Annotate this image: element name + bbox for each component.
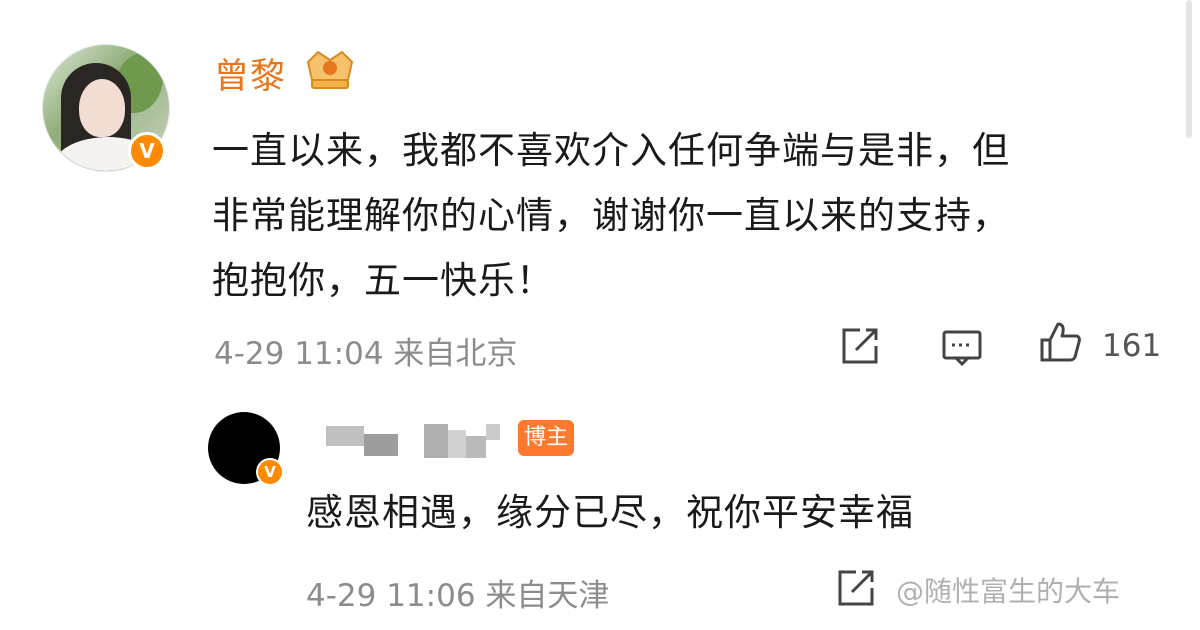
reply-content: 感恩相遇，缘分已尽，祝你平安幸福 <box>306 491 914 534</box>
like-icon[interactable] <box>1038 320 1082 364</box>
comment-meta: 4-29 11:04 来自北京 <box>214 328 517 373</box>
like-count: 161 <box>1102 328 1162 364</box>
share-icon[interactable] <box>838 324 882 368</box>
blur-block <box>466 436 486 458</box>
scrollbar[interactable] <box>1186 0 1192 138</box>
content-line: 一直以来，我都不喜欢介入任何争端与是非，但 <box>212 129 1010 172</box>
reply-location: 来自天津 <box>485 578 610 614</box>
blur-block <box>326 426 364 446</box>
comment-content: 一直以来，我都不喜欢介入任何争端与是非，但 非常能理解你的心情，谢谢你一直以来的… <box>212 118 1172 313</box>
username[interactable]: 曾黎 <box>214 48 286 99</box>
blur-block <box>448 430 466 458</box>
content-line: 非常能理解你的心情，谢谢你一直以来的支持， <box>212 194 1010 237</box>
blur-block <box>364 434 398 456</box>
reply-meta: 4-29 11:06 来自天津 <box>306 570 609 615</box>
content-line: 抱抱你，五一快乐！ <box>212 259 554 302</box>
reply-verified-badge: V <box>256 458 284 486</box>
crown-icon <box>306 50 354 89</box>
location: 来自北京 <box>393 336 518 372</box>
blur-block <box>486 424 500 440</box>
blogger-badge: 博主 <box>518 420 574 456</box>
comment-icon[interactable] <box>940 326 984 370</box>
watermark: @随性富生的大车 <box>896 575 1121 608</box>
reply-timestamp: 4-29 11:06 <box>306 578 476 614</box>
timestamp: 4-29 11:04 <box>214 336 384 372</box>
blur-block <box>424 424 448 458</box>
reply-share-icon[interactable] <box>834 566 878 610</box>
avatar-face <box>79 79 125 137</box>
verified-badge: V <box>128 132 166 170</box>
